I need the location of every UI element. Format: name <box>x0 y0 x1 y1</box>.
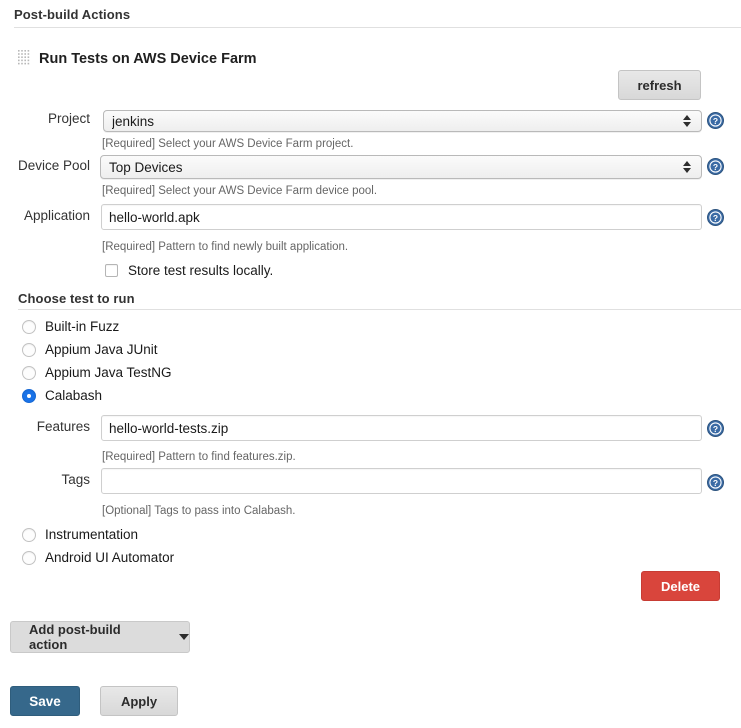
add-post-build-action-label: Add post-build action <box>29 622 159 652</box>
section-divider <box>14 27 741 28</box>
tags-label: Tags <box>28 472 90 487</box>
features-description: [Required] Pattern to find features.zip. <box>102 451 296 463</box>
svg-text:?: ? <box>713 213 718 223</box>
store-results-row[interactable]: Store test results locally. <box>105 263 273 278</box>
radio-label: Appium Java TestNG <box>45 365 172 380</box>
radio-option-built-in-fuzz[interactable]: Built-in Fuzz <box>22 319 119 334</box>
radio-option-android-ui-automator[interactable]: Android UI Automator <box>22 550 174 565</box>
features-input[interactable] <box>101 415 702 441</box>
radio-icon[interactable] <box>22 366 36 380</box>
drag-handle-icon[interactable] <box>18 50 31 67</box>
project-help-icon[interactable]: ? <box>707 112 724 129</box>
choose-test-title: Choose test to run <box>18 291 135 306</box>
project-select-value: jenkins <box>112 114 679 129</box>
radio-option-appium-java-testng[interactable]: Appium Java TestNG <box>22 365 172 380</box>
application-help-icon[interactable]: ? <box>707 209 724 226</box>
device-pool-select-value: Top Devices <box>109 160 679 175</box>
radio-label: Instrumentation <box>45 527 138 542</box>
svg-text:?: ? <box>713 478 718 488</box>
svg-text:?: ? <box>713 116 718 126</box>
tags-help-icon[interactable]: ? <box>707 474 724 491</box>
application-input[interactable] <box>101 204 702 230</box>
device-pool-select[interactable]: Top Devices <box>100 155 702 179</box>
apply-button[interactable]: Apply <box>100 686 178 716</box>
tags-description: [Optional] Tags to pass into Calabash. <box>102 505 296 517</box>
delete-button[interactable]: Delete <box>641 571 720 601</box>
radio-label: Appium Java JUnit <box>45 342 158 357</box>
project-select[interactable]: jenkins <box>103 110 702 132</box>
page-title: Post-build Actions <box>14 7 130 22</box>
tags-input[interactable] <box>101 468 702 494</box>
radio-icon[interactable] <box>22 320 36 334</box>
device-pool-label: Device Pool <box>18 158 90 173</box>
save-button[interactable]: Save <box>10 686 80 716</box>
radio-icon[interactable] <box>22 551 36 565</box>
device-pool-description: [Required] Select your AWS Device Farm d… <box>102 185 377 197</box>
device-pool-help-icon[interactable]: ? <box>707 158 724 175</box>
svg-text:?: ? <box>713 424 718 434</box>
application-description: [Required] Pattern to find newly built a… <box>102 241 348 253</box>
radio-icon[interactable] <box>22 528 36 542</box>
features-label: Features <box>28 419 90 434</box>
radio-option-instrumentation[interactable]: Instrumentation <box>22 527 138 542</box>
choose-test-divider <box>18 309 741 310</box>
radio-icon[interactable] <box>22 343 36 357</box>
radio-label: Built-in Fuzz <box>45 319 119 334</box>
radio-icon[interactable] <box>22 389 36 403</box>
refresh-button[interactable]: refresh <box>618 70 701 100</box>
store-results-checkbox[interactable] <box>105 264 118 277</box>
features-help-icon[interactable]: ? <box>707 420 724 437</box>
radio-label: Android UI Automator <box>45 550 174 565</box>
select-arrows-icon <box>679 156 695 178</box>
application-label: Application <box>20 208 90 223</box>
chevron-down-icon <box>179 634 189 640</box>
radio-option-calabash[interactable]: Calabash <box>22 388 102 403</box>
add-post-build-action-button[interactable]: Add post-build action <box>10 621 190 653</box>
select-arrows-icon <box>679 111 695 131</box>
radio-option-appium-java-junit[interactable]: Appium Java JUnit <box>22 342 158 357</box>
project-label: Project <box>28 111 90 126</box>
svg-text:?: ? <box>713 162 718 172</box>
radio-label: Calabash <box>45 388 102 403</box>
block-title: Run Tests on AWS Device Farm <box>39 51 257 67</box>
project-description: [Required] Select your AWS Device Farm p… <box>102 138 353 150</box>
store-results-label: Store test results locally. <box>128 263 273 278</box>
